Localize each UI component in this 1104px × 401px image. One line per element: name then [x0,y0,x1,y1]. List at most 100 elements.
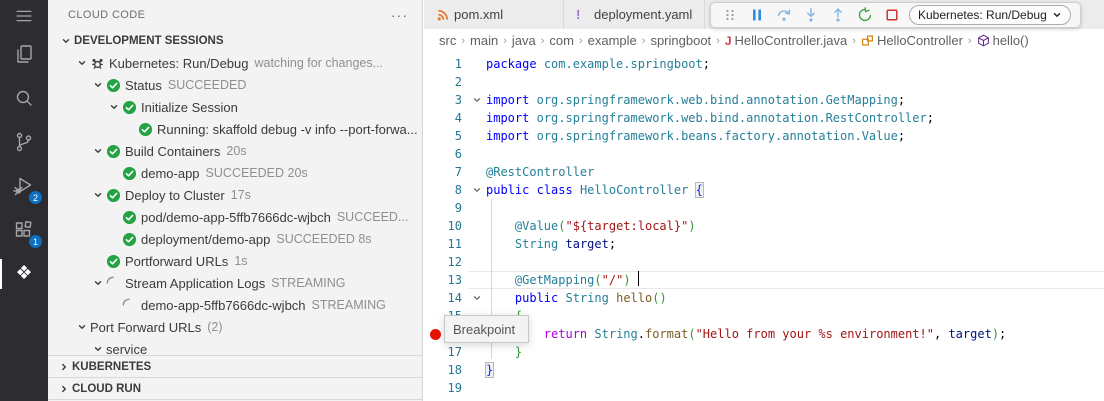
drag-handle[interactable] [720,5,740,25]
launch-config-dropdown[interactable]: Kubernetes: Run/Debug [909,5,1071,25]
tree-item-description: 17s [231,188,251,202]
pause-button[interactable] [747,5,767,25]
stop-button[interactable] [882,5,902,25]
tree-item[interactable]: Running: skaffold debug -v info --port-f… [48,118,422,140]
tree-item[interactable]: service [48,338,422,355]
breadcrumb-item[interactable]: example [588,33,637,48]
activitybar-extensions-button[interactable]: 1 [0,208,48,252]
tree-item[interactable]: Stream Application LogsSTREAMING [48,272,422,294]
activitybar-cloud-code-button[interactable]: ❖ [0,252,48,296]
code-token [609,291,616,305]
chevron-down-icon [90,80,106,90]
breadcrumb-item[interactable]: hello() [977,33,1029,48]
step-over-button[interactable] [774,5,794,25]
sidebar-section-cloud-run[interactable]: CLOUD RUN [48,377,422,399]
code-token: public [486,183,529,197]
restart-button[interactable] [855,5,875,25]
tree-item[interactable]: Portforward URLs1s [48,250,422,272]
step-out-button[interactable] [828,5,848,25]
breadcrumb-item[interactable]: HelloController [861,33,963,48]
code-line-4[interactable]: 4import org.springframework.web.bind.ann… [424,109,1104,127]
dropdown-label: Kubernetes: Run/Debug [918,8,1047,22]
tree-item[interactable]: demo-app-5ffb7666dc-wjbchSTREAMING [48,294,422,316]
tree-item[interactable]: StatusSUCCEEDED [48,74,422,96]
activitybar-menu-button[interactable] [0,0,48,32]
tree-item[interactable]: demo-appSUCCEEDED 20s [48,162,422,184]
breadcrumb-item[interactable]: JHelloController.java [725,33,847,48]
code-line-1[interactable]: 1package com.example.springboot; [424,55,1104,73]
code-line-17[interactable]: 17 } [424,343,1104,361]
line-number[interactable]: 5 [424,127,468,145]
cloud-code-diamonds: ❖ [15,263,32,284]
breadcrumb-item[interactable]: main [470,33,498,48]
line-number[interactable]: 19 [424,379,468,397]
line-number[interactable]: 12 [424,253,468,271]
tree-item-label: Deploy to Cluster [125,188,225,203]
line-number[interactable]: 14 [424,289,468,307]
line-number[interactable]: 17 [424,343,468,361]
code-line-13[interactable]: 13 @GetMapping("/") [424,271,1104,289]
code-line-8[interactable]: 8public class HelloController { [424,181,1104,199]
line-number[interactable]: 18 [424,361,468,379]
step-into-button[interactable] [801,5,821,25]
code-line-11[interactable]: 11 String target; [424,235,1104,253]
code-token: hello [616,291,652,305]
tab-pom.xml[interactable]: pom.xml [424,0,564,29]
tab-deployment.yaml[interactable]: !deployment.yaml [564,0,705,29]
code-line-6[interactable]: 6 [424,145,1104,163]
code-line-12[interactable]: 12 [424,253,1104,271]
tree-item[interactable]: Port Forward URLs(2) [48,316,422,338]
breadcrumb-item[interactable]: springboot [650,33,711,48]
tree-item[interactable]: Kubernetes: Run/Debugwatching for change… [48,52,422,74]
breakpoint-icon[interactable] [430,329,441,340]
code-token: import [486,93,529,107]
breadcrumb-item[interactable]: java [512,33,536,48]
line-number[interactable]: 9 [424,199,468,217]
code-line-5[interactable]: 5import org.springframework.beans.factor… [424,127,1104,145]
code-line-19[interactable]: 19 [424,379,1104,397]
code-text: @RestController [486,163,594,181]
line-number[interactable]: 1 [424,55,468,73]
code-line-10[interactable]: 10 @Value("${target:local}") [424,217,1104,235]
code-token [529,111,536,125]
files-icon [12,42,36,66]
tree-item-label: Port Forward URLs [90,320,201,335]
code-line-3[interactable]: 3 import org.springframework.web.bind.ann… [424,91,1104,109]
code-line-7[interactable]: 7 @RestController [424,163,1104,181]
tree-item[interactable]: Deploy to Cluster 17s [48,184,422,206]
activitybar-explorer-button[interactable] [0,32,48,76]
code-token: @RestController [486,165,594,179]
code-token: org.springframework.web.bind.annotation.… [537,93,898,107]
activitybar-run-debug-button[interactable]: 2 [0,164,48,208]
breadcrumb-label: com [549,33,574,48]
more-actions-icon[interactable]: ··· [391,7,408,23]
fold-chevron-icon[interactable] [468,91,486,109]
code-line-9[interactable]: 9 [424,199,1104,217]
tree-item[interactable]: pod/demo-app-5ffb7666dc-wjbchSUCCEED... [48,206,422,228]
line-number[interactable]: 2 [424,73,468,91]
line-number[interactable]: 8 [424,181,468,199]
tree-item[interactable]: DEVELOPMENT SESSIONS [48,30,422,52]
fold-chevron-icon[interactable] [468,181,486,199]
line-number[interactable]: 13 [424,271,468,289]
breadcrumb-item[interactable]: src [439,33,456,48]
tree-item-label: demo-app [141,166,200,181]
tree-item[interactable]: Initialize Session [48,96,422,118]
activitybar-source-control-button[interactable] [0,120,48,164]
line-number[interactable]: 4 [424,109,468,127]
line-number[interactable]: 6 [424,145,468,163]
code-editor[interactable]: 1package com.example.springboot;23 import… [424,52,1104,401]
line-number[interactable]: 11 [424,235,468,253]
breadcrumb-item[interactable]: com [549,33,574,48]
sidebar-section-kubernetes[interactable]: KUBERNETES [48,355,422,377]
line-number[interactable]: 7 [424,163,468,181]
activitybar-search-button[interactable] [0,76,48,120]
code-line-14[interactable]: 14 public String hello() [424,289,1104,307]
tree-item[interactable]: deployment/demo-appSUCCEEDED 8s [48,228,422,250]
line-number[interactable]: 3 [424,91,468,109]
code-line-18[interactable]: 18} [424,361,1104,379]
line-number[interactable]: 10 [424,217,468,235]
fold-chevron-icon[interactable] [468,289,486,307]
code-line-2[interactable]: 2 [424,73,1104,91]
tree-item[interactable]: Build Containers20s [48,140,422,162]
